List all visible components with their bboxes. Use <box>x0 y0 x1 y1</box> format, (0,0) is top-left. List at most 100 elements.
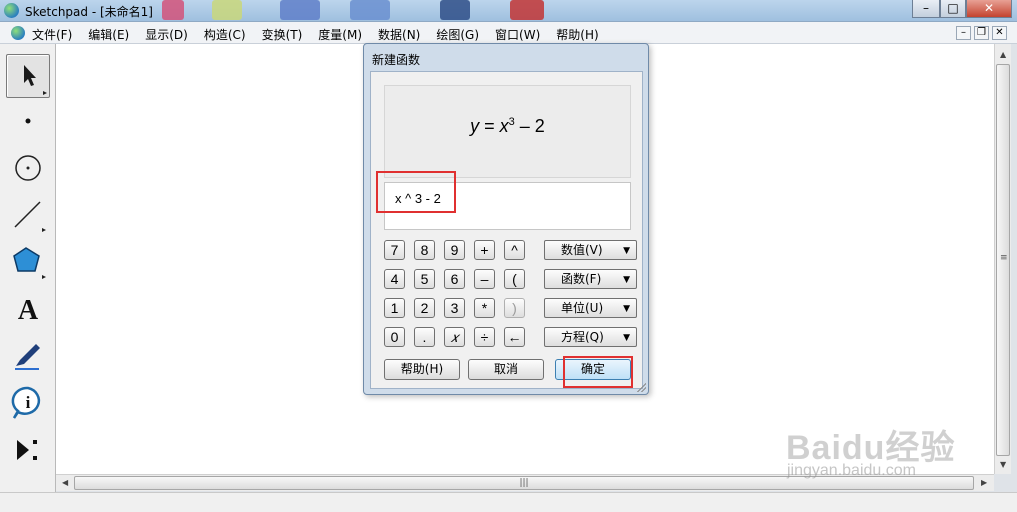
key-x-variable[interactable]: 𝑥 <box>444 327 465 347</box>
menu-transform[interactable]: 变换(T) <box>262 26 303 43</box>
scroll-left-arrow-icon[interactable]: ◀ <box>62 478 68 487</box>
status-bar <box>0 492 1017 512</box>
scroll-grip-icon: ||| <box>519 478 529 488</box>
key-backspace[interactable]: ← <box>504 327 525 347</box>
document-minimize-button[interactable]: – <box>956 26 971 40</box>
arrow-icon <box>24 65 47 95</box>
menu-construct[interactable]: 构造(C) <box>204 26 246 43</box>
information-tool[interactable]: i <box>6 381 50 425</box>
key-8[interactable]: 8 <box>414 240 435 260</box>
key-1[interactable]: 1 <box>384 298 405 318</box>
straightedge-tool[interactable] <box>6 192 50 236</box>
ok-highlight-box <box>563 356 633 388</box>
arrow-tool[interactable] <box>6 54 50 98</box>
menu-bar: 文件(F) 编辑(E) 显示(D) 构造(C) 变换(T) 度量(M) 数据(N… <box>0 22 1017 44</box>
functions-dropdown-label: 函数(F) <box>561 272 602 286</box>
polygon-tool[interactable] <box>6 239 50 283</box>
sketchpad-app-icon <box>4 3 19 18</box>
formula-display: y = x3 – 2 <box>385 116 630 137</box>
point-icon <box>25 118 31 124</box>
help-button[interactable]: 帮助(H) <box>384 359 460 380</box>
scroll-up-arrow-icon[interactable]: ▲ <box>1000 50 1006 59</box>
equations-dropdown-label: 方程(Q) <box>561 330 604 344</box>
menu-help[interactable]: 帮助(H) <box>556 26 598 43</box>
svg-text:A: A <box>18 295 39 326</box>
key-0[interactable]: 0 <box>384 327 405 347</box>
menu-graph[interactable]: 绘图(G) <box>436 26 479 43</box>
key-open-paren[interactable]: ( <box>504 269 525 289</box>
vertical-scrollbar[interactable]: ▲ ≡ ▼ <box>994 44 1011 474</box>
values-dropdown[interactable]: 数值(V) ▼ <box>544 240 637 260</box>
menu-number[interactable]: 数据(N) <box>378 26 420 43</box>
formula-x: x <box>499 116 509 136</box>
key-close-paren[interactable]: ) <box>504 298 525 318</box>
key-4[interactable]: 4 <box>384 269 405 289</box>
toolbox: A i <box>0 44 56 492</box>
functions-dropdown[interactable]: 函数(F) ▼ <box>544 269 637 289</box>
scroll-grip-icon: ≡ <box>1000 253 1008 263</box>
menu-items: 文件(F) 编辑(E) 显示(D) 构造(C) 变换(T) 度量(M) 数据(N… <box>32 26 615 43</box>
dropdown-arrow-icon: ▼ <box>623 333 630 343</box>
document-close-button[interactable]: ✕ <box>992 26 1007 40</box>
compass-circle-icon <box>15 155 41 181</box>
key-7[interactable]: 7 <box>384 240 405 260</box>
cancel-button[interactable]: 取消 <box>468 359 544 380</box>
vertical-scroll-thumb[interactable]: ≡ <box>996 64 1010 456</box>
point-tool[interactable] <box>6 99 50 143</box>
marker-pen-icon <box>15 344 40 370</box>
key-multiply[interactable]: * <box>474 298 495 318</box>
values-dropdown-label: 数值(V) <box>561 243 603 257</box>
title-bar: Sketchpad - [未命名1] – □ ✕ <box>0 0 1017 22</box>
svg-text:i: i <box>26 393 31 412</box>
document-restore-button[interactable]: ❐ <box>974 26 989 40</box>
window-close-button[interactable]: ✕ <box>966 0 1012 18</box>
menu-file[interactable]: 文件(F) <box>32 26 72 43</box>
taskbar-thumbnail <box>162 0 184 20</box>
menu-display[interactable]: 显示(D) <box>145 26 188 43</box>
formula-equals: = <box>479 116 500 136</box>
menu-window[interactable]: 窗口(W) <box>495 26 540 43</box>
key-6[interactable]: 6 <box>444 269 465 289</box>
key-minus[interactable]: – <box>474 269 495 289</box>
input-highlight-box <box>376 171 456 213</box>
dropdown-arrow-icon: ▼ <box>623 304 630 314</box>
key-5[interactable]: 5 <box>414 269 435 289</box>
new-function-dialog: 新建函数 y = x3 – 2 x ^ 3 - 2 7 8 9 + ^ 数值(V… <box>363 43 649 395</box>
key-decimal[interactable]: . <box>414 327 435 347</box>
key-9[interactable]: 9 <box>444 240 465 260</box>
custom-tools-icon <box>17 440 37 460</box>
key-divide[interactable]: ÷ <box>474 327 495 347</box>
menu-measure[interactable]: 度量(M) <box>318 26 362 43</box>
compass-tool[interactable] <box>6 146 50 190</box>
window-title: Sketchpad - [未命名1] <box>25 5 153 19</box>
taskbar-thumbnail <box>350 0 390 20</box>
key-2[interactable]: 2 <box>414 298 435 318</box>
resize-grip-icon[interactable] <box>636 382 646 392</box>
dialog-title: 新建函数 <box>372 53 421 67</box>
scroll-right-arrow-icon[interactable]: ▶ <box>981 478 987 487</box>
key-plus[interactable]: + <box>474 240 495 260</box>
text-tool[interactable]: A <box>6 287 50 331</box>
custom-tool[interactable] <box>6 428 50 472</box>
taskbar-thumbnail <box>212 0 242 20</box>
info-bubble-icon: i <box>11 386 41 419</box>
formula-rest: – 2 <box>514 116 545 136</box>
dropdown-arrow-icon: ▼ <box>623 246 630 256</box>
marker-tool[interactable] <box>6 334 50 378</box>
taskbar-thumbnail <box>440 0 470 20</box>
menu-edit[interactable]: 编辑(E) <box>88 26 129 43</box>
dialog-body: y = x3 – 2 x ^ 3 - 2 7 8 9 + ^ 数值(V) ▼ 4 … <box>370 71 643 389</box>
window-maximize-button[interactable]: □ <box>940 0 966 18</box>
taskbar-thumbnail <box>280 0 320 20</box>
units-dropdown[interactable]: 单位(U) ▼ <box>544 298 637 318</box>
equations-dropdown[interactable]: 方程(Q) ▼ <box>544 327 637 347</box>
window-minimize-button[interactable]: – <box>912 0 940 18</box>
key-3[interactable]: 3 <box>444 298 465 318</box>
key-power[interactable]: ^ <box>504 240 525 260</box>
formula-y: y <box>470 116 480 136</box>
scroll-down-arrow-icon[interactable]: ▼ <box>1000 460 1006 469</box>
taskbar-thumbnail <box>510 0 544 20</box>
polygon-icon <box>13 247 46 279</box>
document-icon[interactable] <box>11 26 25 40</box>
watermark-url: jingyan.baidu.com <box>787 462 916 479</box>
